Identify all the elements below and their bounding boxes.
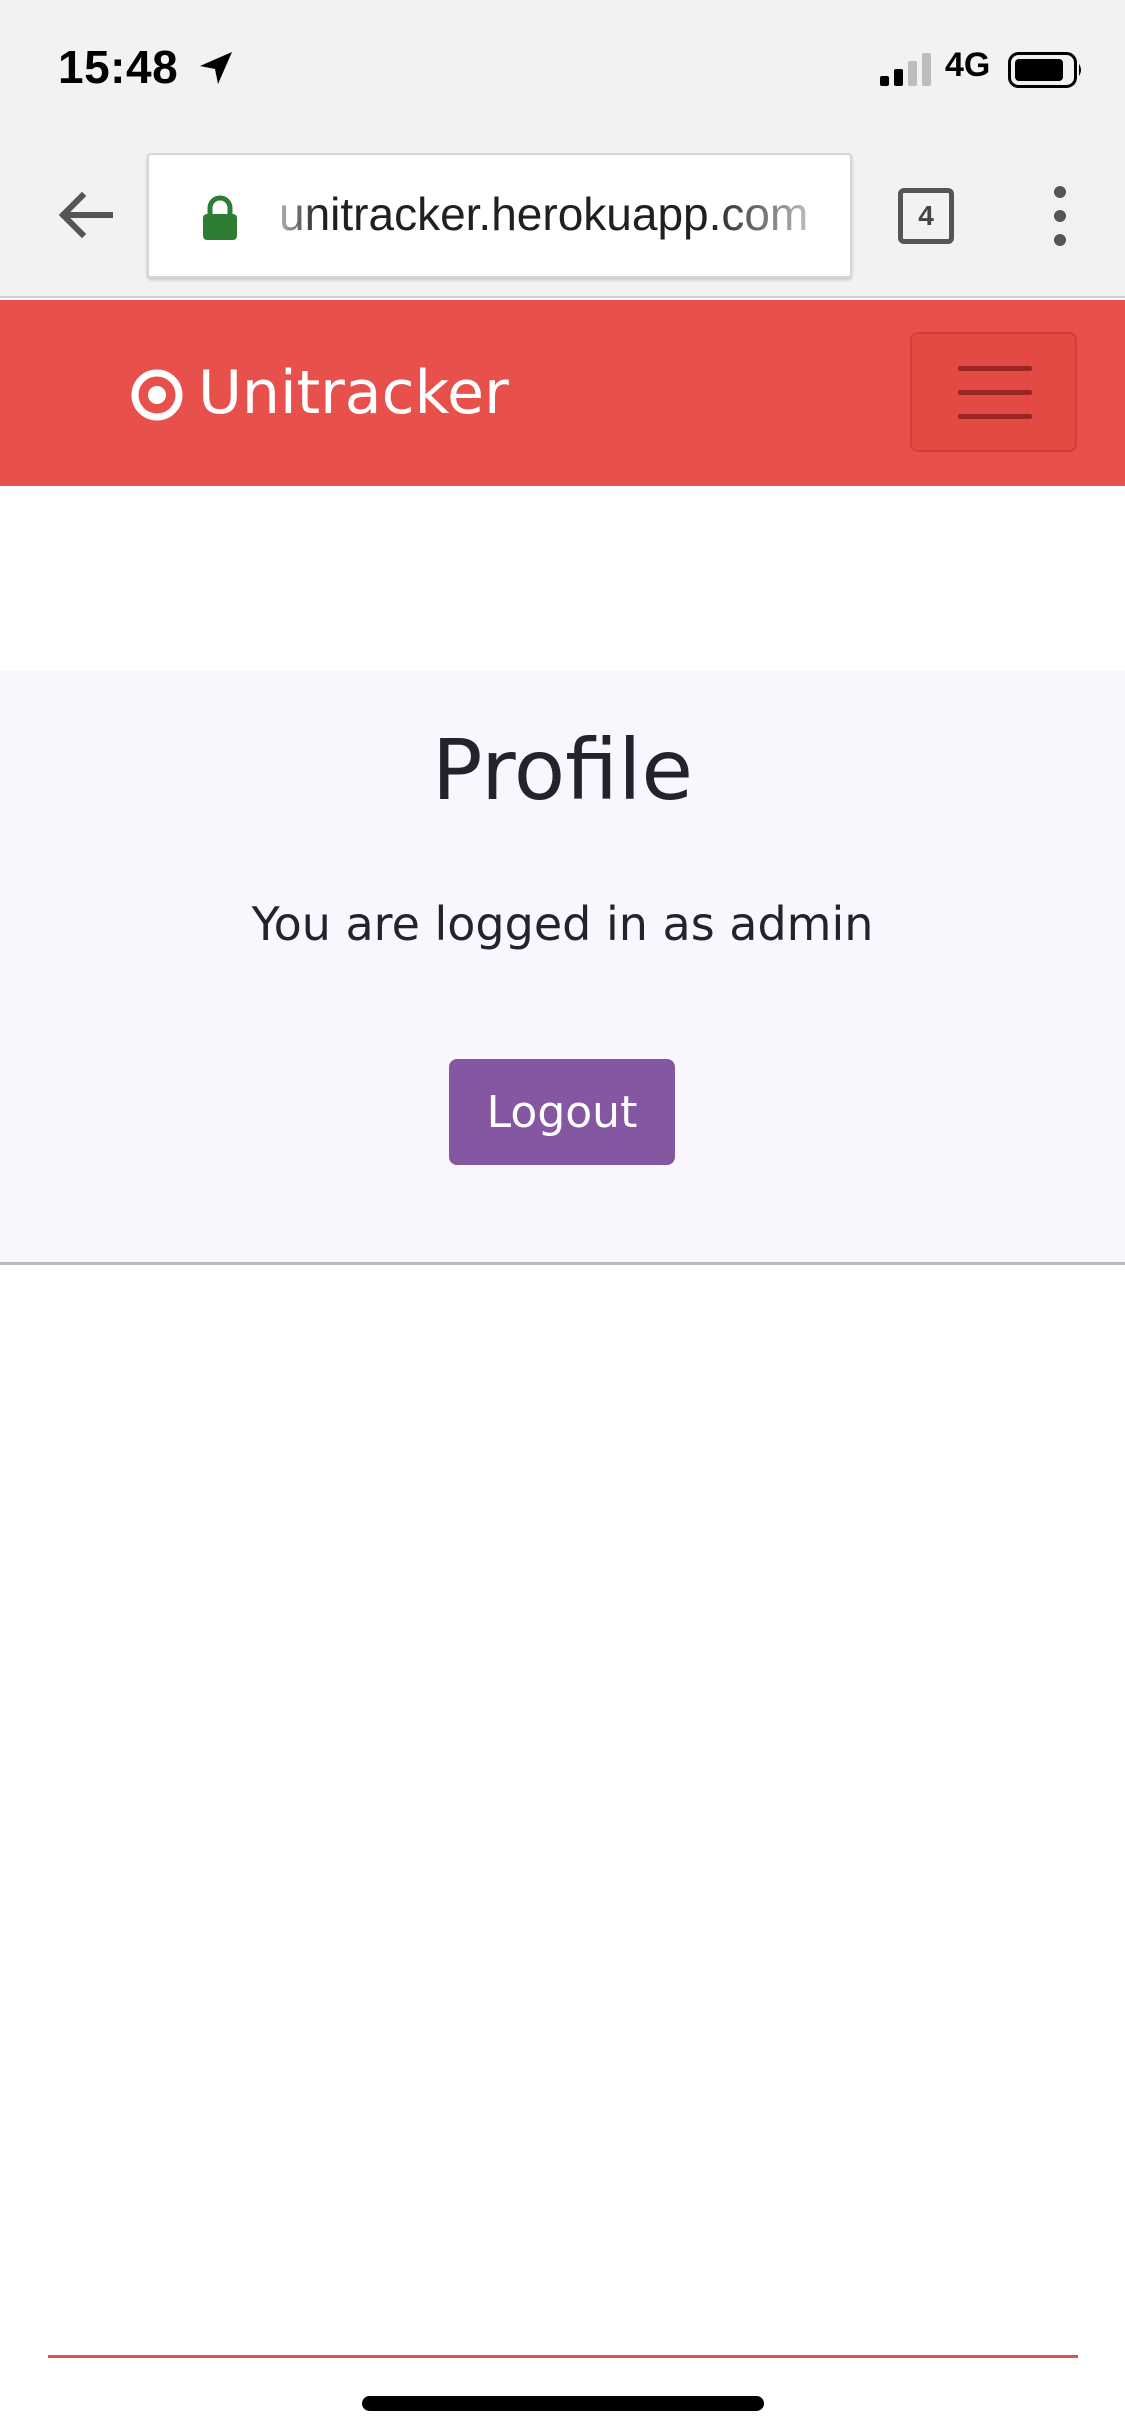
signal-icon xyxy=(880,53,931,86)
status-time: 15:48 xyxy=(58,41,179,93)
app-navbar: Unitracker xyxy=(0,300,1125,486)
brand-name[interactable]: Unitracker xyxy=(198,358,509,428)
network-type: 4G xyxy=(945,46,991,84)
address-bar[interactable]: unitracker.herokuapp.com xyxy=(147,153,852,278)
back-arrow-icon[interactable] xyxy=(50,180,120,250)
page-title: Profile xyxy=(431,721,694,819)
tab-switcher-button[interactable]: 4 xyxy=(898,188,954,244)
profile-card: Profile You are logged in as admin Logou… xyxy=(0,671,1125,1265)
url-text[interactable]: unitracker.herokuapp.com xyxy=(279,187,808,241)
logout-button[interactable]: Logout xyxy=(449,1059,675,1165)
lock-icon xyxy=(203,195,237,240)
status-bar: 15:48 4G xyxy=(0,0,1125,140)
overflow-menu-icon[interactable] xyxy=(1040,180,1080,252)
home-indicator[interactable] xyxy=(362,2396,764,2411)
login-status-text: You are logged in as admin xyxy=(251,897,874,951)
battery-icon xyxy=(1008,52,1081,88)
footer-divider xyxy=(48,2355,1078,2358)
location-arrow-icon xyxy=(200,52,232,84)
browser-toolbar: unitracker.herokuapp.com 4 xyxy=(0,140,1125,298)
target-icon xyxy=(131,369,183,421)
navbar-toggle-button[interactable] xyxy=(910,332,1077,452)
